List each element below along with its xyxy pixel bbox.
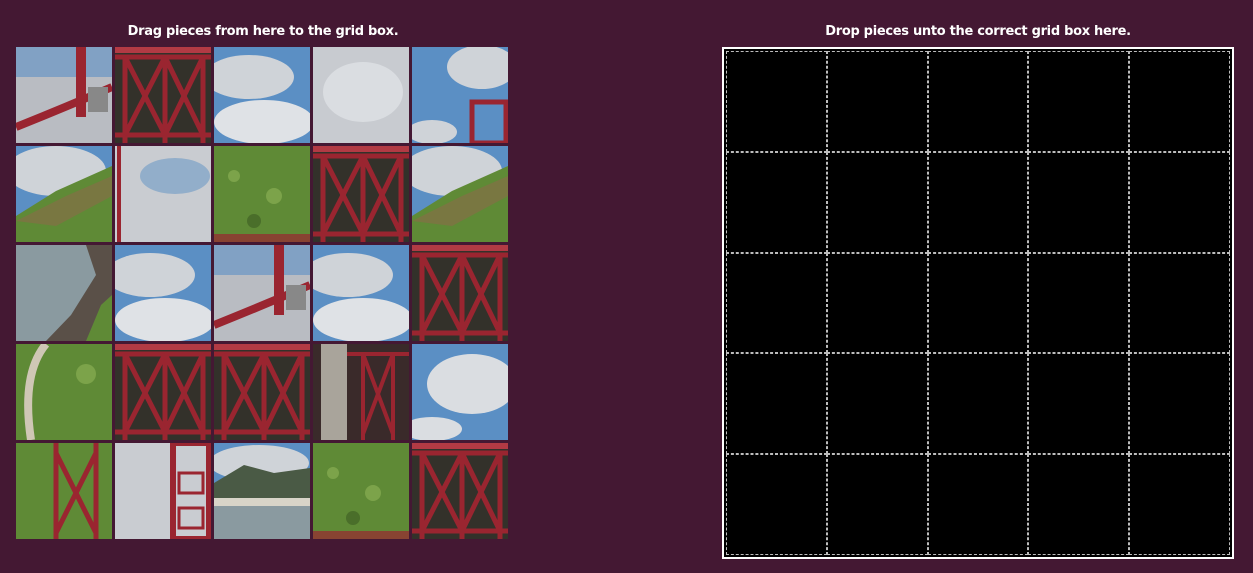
drop-cell[interactable] bbox=[726, 51, 827, 152]
piece-image bbox=[115, 344, 211, 440]
piece-image bbox=[214, 47, 310, 143]
drop-cell[interactable] bbox=[927, 353, 1029, 455]
piece-image bbox=[16, 146, 112, 242]
puzzle-piece[interactable] bbox=[115, 47, 211, 143]
puzzle-piece[interactable] bbox=[115, 245, 211, 341]
piece-image bbox=[214, 146, 310, 242]
drop-cell[interactable] bbox=[826, 151, 928, 253]
puzzle-piece[interactable] bbox=[214, 47, 310, 143]
drop-cell[interactable] bbox=[927, 151, 1029, 253]
piece-image bbox=[313, 344, 409, 440]
puzzle-piece[interactable] bbox=[115, 443, 211, 539]
piece-image bbox=[412, 344, 508, 440]
piece-image bbox=[115, 245, 211, 341]
drop-cell[interactable] bbox=[927, 454, 1029, 555]
drop-cell[interactable] bbox=[1129, 353, 1230, 455]
drop-cell[interactable] bbox=[826, 353, 928, 455]
drop-cell[interactable] bbox=[1129, 51, 1230, 152]
drop-cell[interactable] bbox=[1028, 454, 1130, 555]
drop-cell[interactable] bbox=[1028, 151, 1130, 253]
puzzle-piece[interactable] bbox=[412, 443, 508, 539]
drop-grid-heading: Drop pieces unto the correct grid box he… bbox=[825, 24, 1131, 39]
piece-image bbox=[412, 245, 508, 341]
drop-grid-frame bbox=[722, 47, 1234, 559]
drop-cell[interactable] bbox=[927, 252, 1029, 354]
puzzle-piece[interactable] bbox=[313, 443, 409, 539]
drop-cell[interactable] bbox=[726, 454, 827, 555]
piece-image bbox=[313, 245, 409, 341]
puzzle-piece[interactable] bbox=[412, 344, 508, 440]
drop-cell[interactable] bbox=[726, 353, 827, 455]
puzzle-piece[interactable] bbox=[16, 245, 112, 341]
drop-cell[interactable] bbox=[826, 252, 928, 354]
puzzle-piece[interactable] bbox=[313, 344, 409, 440]
puzzle-piece[interactable] bbox=[214, 443, 310, 539]
piece-image bbox=[412, 146, 508, 242]
puzzle-piece[interactable] bbox=[214, 245, 310, 341]
piece-image bbox=[16, 443, 112, 539]
piece-image bbox=[313, 443, 409, 539]
puzzle-piece[interactable] bbox=[16, 146, 112, 242]
puzzle-piece[interactable] bbox=[412, 146, 508, 242]
source-tray-heading: Drag pieces from here to the grid box. bbox=[127, 24, 399, 39]
piece-image bbox=[412, 47, 508, 143]
drop-cell[interactable] bbox=[726, 252, 827, 354]
drop-cell[interactable] bbox=[1028, 353, 1130, 455]
drop-grid bbox=[726, 51, 1230, 555]
piece-image bbox=[16, 344, 112, 440]
puzzle-piece[interactable] bbox=[313, 245, 409, 341]
puzzle-piece[interactable] bbox=[214, 344, 310, 440]
puzzle-piece[interactable] bbox=[313, 47, 409, 143]
puzzle-piece[interactable] bbox=[214, 146, 310, 242]
piece-image bbox=[214, 245, 310, 341]
puzzle-piece[interactable] bbox=[16, 47, 112, 143]
drop-cell[interactable] bbox=[927, 51, 1029, 152]
drop-cell[interactable] bbox=[826, 454, 928, 555]
source-tray bbox=[16, 47, 510, 539]
piece-image bbox=[115, 146, 211, 242]
puzzle-piece[interactable] bbox=[412, 47, 508, 143]
drop-cell[interactable] bbox=[826, 51, 928, 152]
piece-image bbox=[16, 245, 112, 341]
puzzle-piece[interactable] bbox=[16, 344, 112, 440]
drop-cell[interactable] bbox=[1129, 151, 1230, 253]
puzzle-piece[interactable] bbox=[115, 146, 211, 242]
piece-image bbox=[214, 443, 310, 539]
drop-cell[interactable] bbox=[1129, 252, 1230, 354]
drop-cell[interactable] bbox=[1129, 454, 1230, 555]
piece-image bbox=[313, 146, 409, 242]
drop-cell[interactable] bbox=[1028, 252, 1130, 354]
piece-image bbox=[115, 47, 211, 143]
puzzle-piece[interactable] bbox=[16, 443, 112, 539]
puzzle-piece[interactable] bbox=[412, 245, 508, 341]
piece-image bbox=[412, 443, 508, 539]
piece-image bbox=[214, 344, 310, 440]
piece-image bbox=[313, 47, 409, 143]
piece-image bbox=[115, 443, 211, 539]
puzzle-piece[interactable] bbox=[115, 344, 211, 440]
drop-cell[interactable] bbox=[726, 151, 827, 253]
drop-cell[interactable] bbox=[1028, 51, 1130, 152]
puzzle-piece[interactable] bbox=[313, 146, 409, 242]
piece-image bbox=[16, 47, 112, 143]
